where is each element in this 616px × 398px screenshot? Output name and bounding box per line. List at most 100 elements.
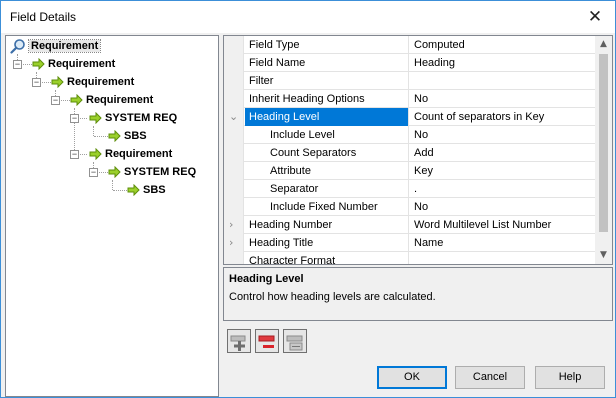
green-arrow-icon bbox=[32, 58, 45, 70]
scroll-thumb[interactable] bbox=[599, 54, 608, 232]
tree-node-label: Requirement bbox=[105, 148, 173, 160]
collapse-toggle[interactable]: − bbox=[89, 168, 98, 177]
scroll-up-icon[interactable]: ▲ bbox=[595, 36, 612, 53]
property-name: Heading Title bbox=[245, 234, 409, 252]
property-value[interactable]: Word Multilevel List Number bbox=[410, 216, 597, 234]
tree-node-label: SBS bbox=[124, 130, 147, 142]
requirement-tree[interactable]: Requirement − Requirement − Requirement … bbox=[5, 35, 219, 397]
row-gutter bbox=[224, 72, 244, 90]
cancel-button[interactable]: Cancel bbox=[455, 366, 525, 389]
field-details-dialog: Field Details ✕ Requirement − Requiremen… bbox=[0, 0, 616, 398]
property-value[interactable]: Key bbox=[410, 162, 597, 180]
tree-node-system-req[interactable]: SYSTEM REQ bbox=[89, 110, 177, 126]
property-name: Filter bbox=[245, 72, 409, 90]
green-arrow-icon bbox=[127, 184, 140, 196]
green-arrow-icon bbox=[51, 76, 64, 88]
tree-node-sbs[interactable]: SBS bbox=[127, 182, 166, 198]
property-value[interactable]: No bbox=[410, 126, 597, 144]
property-name: Field Type bbox=[245, 36, 409, 54]
row-gutter bbox=[224, 54, 244, 72]
tree-node-sbs[interactable]: SBS bbox=[108, 128, 147, 144]
collapse-toggle[interactable]: − bbox=[70, 150, 79, 159]
property-row[interactable]: Field Name Heading bbox=[224, 54, 597, 72]
property-value[interactable]: No bbox=[410, 198, 597, 216]
row-gutter: › bbox=[224, 216, 244, 234]
chevron-down-icon[interactable]: ⌄ bbox=[229, 110, 238, 123]
tree-node-root[interactable]: Requirement bbox=[10, 38, 102, 54]
property-value[interactable]: Heading bbox=[410, 54, 597, 72]
scroll-down-icon[interactable]: ▼ bbox=[595, 247, 612, 264]
chevron-right-icon[interactable]: › bbox=[229, 218, 233, 231]
tree-node-system-req[interactable]: SYSTEM REQ bbox=[108, 164, 196, 180]
tree-node-label: SYSTEM REQ bbox=[124, 166, 197, 178]
property-row[interactable]: Filter bbox=[224, 72, 597, 90]
close-icon[interactable]: ✕ bbox=[585, 7, 605, 27]
property-row[interactable]: › Heading Number Word Multilevel List Nu… bbox=[224, 216, 597, 234]
dialog-title: Field Details bbox=[10, 10, 77, 24]
property-name: Character Format bbox=[245, 252, 409, 264]
property-name: Separator bbox=[245, 180, 409, 198]
property-value[interactable]: Count of separators in Key bbox=[410, 108, 597, 126]
green-arrow-icon bbox=[108, 130, 121, 142]
description-text: Control how heading levels are calculate… bbox=[229, 291, 436, 303]
property-row[interactable]: Attribute Key bbox=[224, 162, 597, 180]
property-grid[interactable]: Field Type Computed Field Name Heading F… bbox=[223, 35, 613, 265]
collapse-toggle[interactable]: − bbox=[51, 96, 60, 105]
property-row-selected[interactable]: ⌄ Heading Level Count of separators in K… bbox=[224, 108, 597, 126]
property-row[interactable]: Character Format bbox=[224, 252, 597, 264]
property-value[interactable] bbox=[410, 252, 597, 264]
vertical-scrollbar[interactable]: ▲ ▼ bbox=[595, 36, 612, 264]
collapse-toggle[interactable]: − bbox=[70, 114, 79, 123]
property-name: Heading Level bbox=[245, 108, 409, 126]
tree-node-label: Requirement bbox=[86, 94, 154, 106]
property-name: Attribute bbox=[245, 162, 409, 180]
green-arrow-icon bbox=[89, 112, 102, 124]
property-value[interactable] bbox=[410, 72, 597, 90]
add-button[interactable] bbox=[227, 329, 251, 353]
property-row[interactable]: Include Level No bbox=[224, 126, 597, 144]
property-name: Include Level bbox=[245, 126, 409, 144]
title-bar: Field Details ✕ bbox=[1, 1, 615, 33]
property-name: Include Fixed Number bbox=[245, 198, 409, 216]
property-name: Inherit Heading Options bbox=[245, 90, 409, 108]
property-row[interactable]: Separator . bbox=[224, 180, 597, 198]
remove-button[interactable] bbox=[255, 329, 279, 353]
search-icon bbox=[10, 39, 25, 54]
row-gutter bbox=[224, 144, 244, 162]
property-description-panel: Heading Level Control how heading levels… bbox=[223, 267, 613, 321]
help-button[interactable]: Help bbox=[535, 366, 605, 389]
add-icon bbox=[230, 335, 246, 351]
green-arrow-icon bbox=[108, 166, 121, 178]
tree-node-label: SYSTEM REQ bbox=[105, 112, 178, 124]
row-gutter bbox=[224, 162, 244, 180]
green-arrow-icon bbox=[89, 148, 102, 160]
property-row[interactable]: Field Type Computed bbox=[224, 36, 597, 54]
edit-icon bbox=[286, 335, 303, 351]
row-gutter bbox=[224, 252, 244, 264]
tree-node-requirement[interactable]: Requirement bbox=[51, 74, 134, 90]
property-value[interactable]: Name bbox=[410, 234, 597, 252]
chevron-right-icon[interactable]: › bbox=[229, 236, 233, 249]
property-value[interactable]: Computed bbox=[410, 36, 597, 54]
property-row[interactable]: Include Fixed Number No bbox=[224, 198, 597, 216]
property-row[interactable]: Inherit Heading Options No bbox=[224, 90, 597, 108]
tree-node-requirement[interactable]: Requirement bbox=[32, 56, 115, 72]
property-name: Field Name bbox=[245, 54, 409, 72]
tree-node-label: Requirement bbox=[27, 39, 102, 53]
property-value[interactable]: Add bbox=[410, 144, 597, 162]
property-name: Count Separators bbox=[245, 144, 409, 162]
property-row[interactable]: Count Separators Add bbox=[224, 144, 597, 162]
edit-button[interactable] bbox=[283, 329, 307, 353]
property-value[interactable]: . bbox=[410, 180, 597, 198]
property-name: Heading Number bbox=[245, 216, 409, 234]
tree-node-requirement[interactable]: Requirement bbox=[70, 92, 153, 108]
collapse-toggle[interactable]: − bbox=[32, 78, 41, 87]
tree-node-label: Requirement bbox=[67, 76, 135, 88]
property-row[interactable]: › Heading Title Name bbox=[224, 234, 597, 252]
tree-node-requirement[interactable]: Requirement bbox=[89, 146, 172, 162]
property-value[interactable]: No bbox=[410, 90, 597, 108]
row-gutter bbox=[224, 90, 244, 108]
collapse-toggle[interactable]: − bbox=[13, 60, 22, 69]
row-gutter bbox=[224, 126, 244, 144]
ok-button[interactable]: OK bbox=[377, 366, 447, 389]
